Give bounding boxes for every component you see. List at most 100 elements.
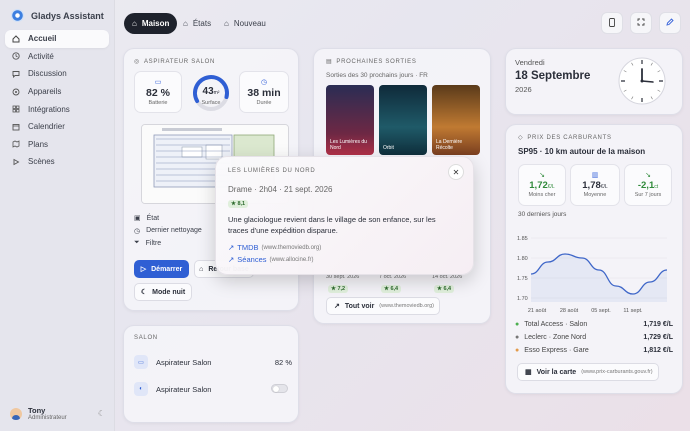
sidebar-item-integrations[interactable]: Intégrations (5, 100, 109, 118)
app-title: Gladys Assistant (31, 10, 104, 21)
poster-lumieres[interactable]: Les Lumières du Nord (326, 85, 374, 155)
tab-label: Maison (141, 19, 170, 28)
row-value: 82 % (274, 357, 292, 367)
x-tick-label: 21 août (528, 308, 547, 314)
user-role: Administrateur (28, 415, 67, 421)
moon-icon[interactable]: ☾ (98, 409, 105, 418)
sidebar-item-accueil[interactable]: Accueil (5, 30, 109, 48)
sidebar-item-label: Discussion (28, 69, 67, 79)
tab-nouveau[interactable]: ⌂ Nouveau (216, 13, 274, 34)
brand[interactable]: Gladys Assistant (11, 9, 104, 22)
start-label: Démarrer (151, 265, 183, 273)
station-row[interactable]: ● Leclerc · Zone Nord 1,729 €/L (515, 334, 673, 341)
view-map-source: (www.prix-carburants.gouv.fr) (581, 369, 653, 375)
night-label: Mode nuit (152, 288, 186, 296)
x-tick-label: 05 sept. (591, 308, 611, 314)
salon-title: Salon (134, 335, 158, 341)
y-tick-label: 1.80 (517, 256, 528, 262)
bar-chart-icon: ▥ (591, 172, 599, 179)
tablet-icon (608, 17, 616, 29)
map-icon: ▦ (525, 369, 532, 376)
row-label: Filtre (145, 239, 162, 247)
home-icon (12, 35, 20, 43)
poster-title: Les Lumières du Nord (330, 139, 367, 151)
tab-etats[interactable]: ⌂ États (175, 13, 219, 34)
sidebar-item-calendrier[interactable]: Calendrier (5, 118, 109, 136)
poster-recolte[interactable]: La Dernière Récolte (432, 85, 480, 155)
station-price: 1,719 €/L (643, 321, 673, 328)
seances-link[interactable]: ↗ Séances (www.allocine.fr) (228, 255, 314, 264)
modal-meta: Drame · 2h04 · 21 sept. 2026 (228, 185, 333, 194)
y-tick-label: 1.70 (517, 296, 528, 302)
sidebar-item-appareils[interactable]: Appareils (5, 83, 109, 101)
y-tick-label: 1.85 (517, 236, 528, 242)
edit-dashboard-button[interactable] (659, 12, 681, 34)
station-row[interactable]: ● Total Access · Salon 1,719 €/L (515, 321, 673, 328)
surface-unit: m² (213, 90, 220, 96)
sidebar-item-label: Intégrations (28, 104, 70, 114)
scene-icon (12, 158, 20, 166)
movies-subtitle: Sorties des 30 prochains jours · FR (326, 72, 428, 79)
link-source: (www.themoviedb.org) (261, 244, 322, 251)
tablet-button[interactable] (601, 12, 623, 34)
grid-icon (12, 105, 20, 113)
info-icon: ▣ (134, 215, 141, 223)
modal-synopsis: Une glaciologue revient dans le village … (228, 215, 436, 235)
surface-label: Surface (201, 100, 221, 106)
fuel-title: ◇ Prix des carburants (518, 134, 612, 142)
night-mode-button[interactable]: ☾ Mode nuit (134, 283, 192, 301)
tab-maison[interactable]: ⌂ Maison (124, 13, 178, 34)
x-tick-label: 11 sept. (623, 308, 643, 314)
view-map-label: Voir la carte (536, 368, 577, 376)
timer-icon: ◷ (260, 79, 268, 86)
see-all-button[interactable]: ↗ Tout voir (www.themoviedb.org) (326, 297, 440, 315)
fuel-stat-label: Moyenne (583, 192, 607, 198)
fuel-stat-unit: ct (654, 184, 659, 190)
salon-toggle-switch[interactable] (271, 384, 288, 393)
fuel-stat-min: ↘ 1,72€/L Moins cher (518, 164, 566, 206)
sidebar-item-label: Accueil (28, 34, 57, 44)
sidebar-item-discussion[interactable]: Discussion (5, 65, 109, 83)
filter-icon: ⏷ (134, 239, 140, 247)
link-label: TMDB (237, 243, 259, 252)
vacuum-icon: ◎ (134, 59, 140, 65)
fullscreen-button[interactable] (630, 12, 652, 34)
station-name: Total Access · Salon (524, 321, 588, 328)
poster-rating: ★ 6,4 (434, 285, 455, 293)
view-map-button[interactable]: ▦ Voir la carte (www.prix-carburants.gouv.… (517, 363, 659, 381)
tmdb-link[interactable]: ↗ TMDB (www.themoviedb.org) (228, 243, 321, 252)
sidebar-item-plans[interactable]: Plans (5, 136, 109, 154)
date-card: Vendredi 18 Septembre 2026 (505, 48, 683, 115)
fuel-stat-week: ↘ -2,1ct Sur 7 jours (624, 164, 672, 206)
link-label: Séances (237, 255, 267, 264)
modal-rating: ★ 8,1 (228, 200, 249, 208)
analog-clock (618, 57, 666, 105)
fuel-stat-value: 1,72 (529, 180, 548, 191)
start-button[interactable]: ▷ Démarrer (134, 260, 189, 278)
fuel-period: 30 derniers jours (518, 211, 567, 218)
row-label: État (146, 214, 160, 222)
station-row[interactable]: ● Esso Express · Gare 1,812 €/L (515, 347, 673, 354)
battery-label: Batterie (148, 100, 168, 106)
sidebar-item-activite[interactable]: Activité (5, 48, 109, 66)
clock-icon (12, 52, 20, 61)
sidebar-item-label: Calendrier (28, 122, 65, 132)
user-name: Tony (28, 406, 46, 415)
battery-metric: ▭ 82 % Batterie (134, 71, 182, 113)
vacuum-card-title: ◎ Aspirateur Salon (134, 58, 215, 66)
sidebar-item-label: Scènes (28, 157, 55, 167)
close-icon: ✕ (452, 167, 460, 177)
modal-heading: Les Lumières du Nord (228, 168, 316, 174)
duration-label: Durée (256, 100, 272, 106)
close-button[interactable]: ✕ (448, 164, 464, 180)
poster-title: Orbit (383, 145, 394, 151)
fuel-title-text: Prix des carburants (527, 134, 612, 141)
poster-title: La Dernière Récolte (436, 139, 463, 151)
home-icon: ⌂ (132, 19, 137, 28)
play-icon: ▷ (140, 266, 147, 273)
station-price: 1,812 €/L (643, 347, 673, 354)
poster-orbit[interactable]: Orbit (379, 85, 427, 155)
vacuum-row-etat: ▣ État (134, 212, 202, 225)
sidebar-item-scenes[interactable]: Scènes (5, 153, 109, 171)
user-profile[interactable]: Tony Administrateur ☾ (10, 406, 105, 421)
